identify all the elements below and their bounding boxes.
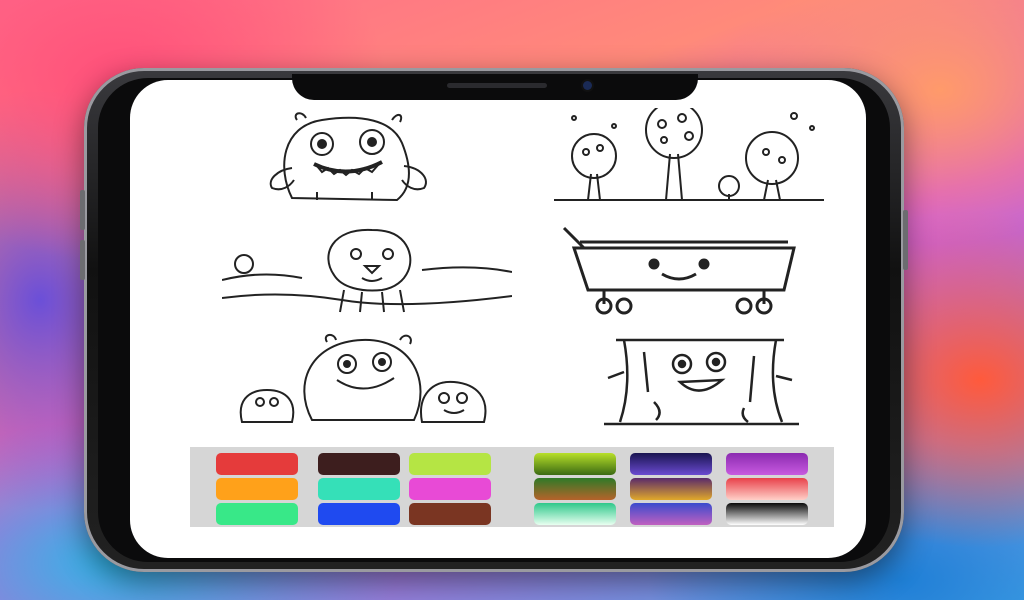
gradient-swatch[interactable] (630, 478, 712, 500)
stump-outline-icon (604, 338, 799, 426)
gradient-swatch[interactable] (534, 503, 616, 525)
gradient-swatch[interactable] (630, 453, 712, 475)
gradient-swatch[interactable] (630, 503, 712, 525)
coloring-page-lion[interactable] (222, 220, 512, 316)
coloring-page-monster[interactable] (222, 108, 512, 204)
color-swatch[interactable] (318, 453, 400, 475)
trees-outline-icon (554, 108, 824, 201)
color-palette (190, 447, 834, 527)
color-swatch[interactable] (318, 478, 400, 500)
monster-family-outline-icon (239, 334, 487, 423)
volume-down-button (80, 240, 85, 280)
front-camera-icon (583, 81, 592, 90)
gradient-swatch[interactable] (534, 478, 616, 500)
coloring-page-monster-family[interactable] (222, 332, 512, 428)
cart-outline-icon (562, 226, 796, 315)
color-swatch[interactable] (409, 478, 491, 500)
coloring-page-trees[interactable] (544, 108, 834, 204)
speaker-grille (447, 83, 547, 88)
gradient-swatch[interactable] (726, 503, 808, 525)
color-swatch[interactable] (216, 453, 298, 475)
monster-outline-icon (269, 112, 427, 202)
volume-up-button (80, 190, 85, 230)
color-swatch[interactable] (216, 478, 298, 500)
coloring-page-grid (222, 108, 834, 428)
gradient-swatch[interactable] (726, 478, 808, 500)
color-swatch[interactable] (216, 503, 298, 525)
coloring-page-shopping-cart[interactable] (544, 220, 834, 316)
color-swatch[interactable] (318, 503, 400, 525)
phone-notch (292, 74, 698, 100)
gradient-swatch[interactable] (726, 453, 808, 475)
gradient-swatch[interactable] (534, 453, 616, 475)
color-swatch[interactable] (409, 453, 491, 475)
power-button (903, 210, 908, 270)
lion-outline-icon (222, 228, 512, 313)
phone-screen (130, 80, 866, 558)
color-swatch[interactable] (409, 503, 491, 525)
coloring-page-tree-stump[interactable] (544, 332, 834, 428)
